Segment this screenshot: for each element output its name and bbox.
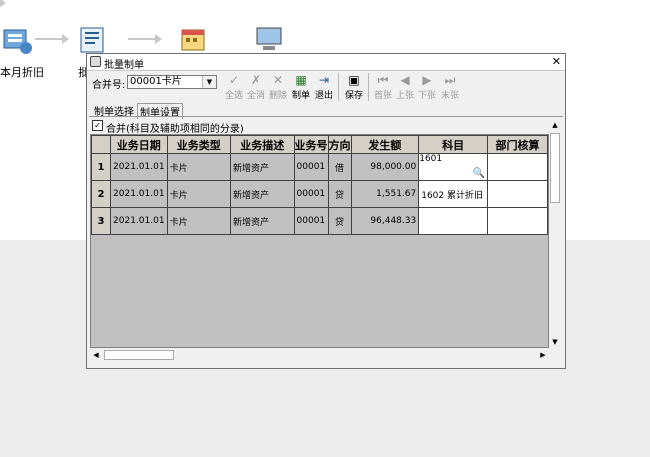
prev-button[interactable]: ◀ 上张 bbox=[394, 72, 416, 102]
delete-icon: ✕ bbox=[272, 73, 284, 87]
row-number: 2 bbox=[91, 180, 112, 208]
flow-arrow bbox=[128, 34, 162, 44]
cell-subject[interactable]: 1601 🔍 bbox=[418, 153, 488, 181]
toolbar-separator bbox=[368, 73, 369, 101]
grid-header: 业务日期 业务类型 业务描述 业务号 方向 发生额 科目 部门核算 bbox=[91, 135, 548, 154]
toolbar-separator bbox=[338, 73, 339, 101]
horizontal-scrollbar[interactable]: ◀ ▶ bbox=[90, 349, 549, 361]
merge-number-value: 00001卡片 bbox=[130, 76, 182, 87]
cell-subject[interactable] bbox=[418, 207, 488, 235]
cell-dept[interactable] bbox=[486, 153, 548, 181]
next-button[interactable]: ▶ 下张 bbox=[416, 72, 438, 102]
merge-number-select[interactable]: 00001卡片 ▼ bbox=[127, 75, 217, 89]
voucher-grid: 业务日期 业务类型 业务描述 业务号 方向 发生额 科目 部门核算 1 2021… bbox=[90, 134, 549, 348]
vertical-scroll-thumb[interactable] bbox=[550, 133, 560, 203]
select-all-button[interactable]: ✓ 全选 bbox=[223, 72, 245, 102]
cell-dept[interactable] bbox=[486, 180, 548, 208]
scroll-left-icon[interactable]: ◀ bbox=[90, 349, 102, 361]
col-header-code[interactable]: 业务号 bbox=[293, 135, 329, 154]
first-icon: ⏮ bbox=[377, 73, 389, 87]
depreciation-icon[interactable] bbox=[0, 26, 34, 56]
first-button[interactable]: ⏮ 首张 bbox=[372, 72, 394, 102]
cell-type: 卡片 bbox=[166, 153, 232, 181]
app-icon bbox=[90, 56, 101, 67]
save-icon: ▣ bbox=[348, 73, 360, 87]
tab-divider bbox=[89, 116, 563, 117]
cell-type: 卡片 bbox=[166, 207, 232, 235]
cell-date: 2021.01.01 bbox=[110, 207, 168, 235]
select-all-icon: ✓ bbox=[228, 73, 240, 87]
search-icon[interactable]: 🔍 bbox=[473, 168, 485, 179]
flow-arrow bbox=[35, 34, 69, 44]
depreciation-label: 本月折旧 bbox=[0, 66, 44, 79]
deselect-all-icon: ✗ bbox=[250, 73, 262, 87]
delete-button[interactable]: ✕ 删除 bbox=[267, 72, 289, 102]
table-row[interactable]: 2 2021.01.01 卡片 新增资产 00001 贷 1,551.67 16… bbox=[91, 180, 548, 208]
cell-amount: 96,448.33 bbox=[350, 207, 420, 235]
prev-icon: ◀ bbox=[400, 73, 410, 87]
row-number: 1 bbox=[91, 153, 112, 181]
col-header-amount[interactable]: 发生额 bbox=[350, 135, 420, 154]
cell-direction: 贷 bbox=[327, 180, 352, 208]
next-icon: ▶ bbox=[422, 73, 432, 87]
cell-type: 卡片 bbox=[166, 180, 232, 208]
cell-desc: 新增资产 bbox=[230, 207, 295, 235]
dialog-titlebar[interactable]: 批量制单 ✕ bbox=[87, 54, 565, 71]
col-header-desc[interactable]: 业务描述 bbox=[230, 135, 295, 154]
cell-direction: 贷 bbox=[327, 207, 352, 235]
subject-value: 1601 bbox=[419, 154, 443, 165]
cell-subject[interactable]: 1602 累计折旧 bbox=[418, 180, 488, 208]
make-voucher-button[interactable]: ▦ 制单 bbox=[290, 72, 312, 102]
last-icon: ⏭ bbox=[444, 73, 456, 87]
col-header-direction[interactable]: 方向 bbox=[327, 135, 352, 154]
cell-amount: 1,551.67 bbox=[350, 180, 420, 208]
cell-dept[interactable] bbox=[486, 207, 548, 235]
table-row[interactable]: 3 2021.01.01 卡片 新增资产 00001 贷 96,448.33 bbox=[91, 207, 548, 235]
cell-amount: 98,000.00 bbox=[350, 153, 420, 181]
dialog-title: 批量制单 bbox=[104, 60, 144, 71]
cell-code: 00001 bbox=[293, 153, 329, 181]
cell-code: 00001 bbox=[293, 180, 329, 208]
save-button[interactable]: ▣ 保存 bbox=[343, 72, 365, 102]
scroll-right-icon[interactable]: ▶ bbox=[537, 349, 549, 361]
table-row[interactable]: 1 2021.01.01 卡片 新增资产 00001 借 98,000.00 1… bbox=[91, 153, 548, 181]
exit-icon: ⇥ bbox=[318, 73, 330, 87]
exit-button[interactable]: ⇥ 退出 bbox=[313, 72, 335, 102]
merge-checkbox-label: 合并(科目及辅助项相同的分录) bbox=[106, 124, 244, 135]
scroll-down-icon[interactable]: ▼ bbox=[549, 336, 561, 348]
vertical-scrollbar[interactable]: ▲ ▼ bbox=[549, 119, 561, 348]
cell-desc: 新增资产 bbox=[230, 180, 295, 208]
horizontal-scroll-thumb[interactable] bbox=[104, 350, 174, 360]
chevron-down-icon[interactable]: ▼ bbox=[202, 76, 216, 88]
cell-code: 00001 bbox=[293, 207, 329, 235]
deselect-all-button[interactable]: ✗ 全消 bbox=[245, 72, 267, 102]
calendar-icon[interactable] bbox=[178, 24, 212, 54]
voucher-icon: ▦ bbox=[295, 73, 307, 87]
merge-checkbox[interactable]: ✓ bbox=[92, 120, 103, 131]
col-header-type[interactable]: 业务类型 bbox=[166, 135, 232, 154]
col-header-date[interactable]: 业务日期 bbox=[110, 135, 168, 154]
batch-voucher-icon[interactable] bbox=[77, 26, 111, 56]
row-number: 3 bbox=[91, 207, 112, 235]
cell-desc: 新增资产 bbox=[230, 153, 295, 181]
close-icon[interactable]: ✕ bbox=[552, 55, 561, 68]
scroll-up-icon[interactable]: ▲ bbox=[549, 119, 561, 131]
merge-number-label: 合并号: bbox=[92, 80, 126, 91]
cell-direction: 借 bbox=[327, 153, 352, 181]
cell-date: 2021.01.01 bbox=[110, 153, 168, 181]
computer-icon[interactable] bbox=[253, 24, 287, 54]
last-button[interactable]: ⏭ 末张 bbox=[439, 72, 461, 102]
col-header-dept[interactable]: 部门核算 bbox=[486, 135, 548, 154]
cell-date: 2021.01.01 bbox=[110, 180, 168, 208]
batch-voucher-dialog: 批量制单 ✕ 合并号: 00001卡片 ▼ ✓ 全选 ✗ 全消 ✕ 删除 ▦ 制单 ⇥ 退… bbox=[86, 53, 566, 369]
corner-cell bbox=[91, 135, 112, 154]
col-header-subject[interactable]: 科目 bbox=[418, 135, 488, 154]
